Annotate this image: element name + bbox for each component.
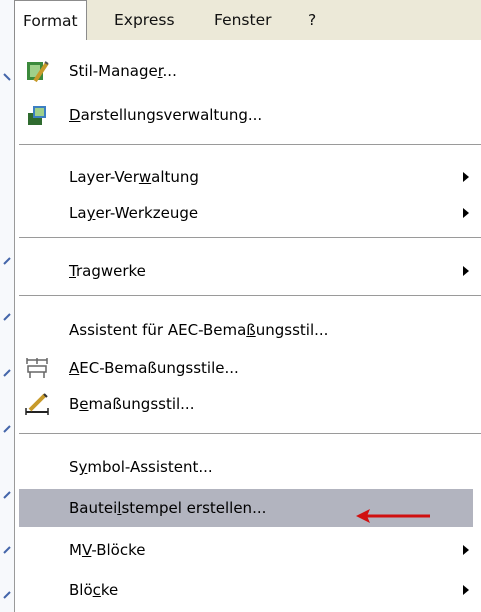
background-drawing-strip bbox=[0, 0, 14, 612]
menu-item-label: Bauteilstempel erstellen... bbox=[69, 499, 267, 517]
menu-item-assistent-aec-bemassungsstil[interactable]: Assistent für AEC-Bemaßungsstil... bbox=[19, 311, 473, 349]
menu-item-label: Blöcke bbox=[69, 581, 119, 599]
submenu-arrow-icon bbox=[463, 545, 469, 555]
aec-dimension-styles-icon bbox=[26, 358, 48, 378]
drawing-fragment-icon bbox=[3, 546, 11, 554]
menu-separator bbox=[19, 433, 481, 435]
menu-bar: Format Express Fenster ? bbox=[14, 0, 481, 41]
submenu-arrow-icon bbox=[463, 266, 469, 276]
annotation-arrow-icon bbox=[356, 509, 430, 523]
drawing-fragment-icon bbox=[3, 369, 11, 377]
drawing-fragment-icon bbox=[3, 257, 11, 265]
menu-item-layer-verwaltung[interactable]: Layer-Verwaltung bbox=[19, 158, 473, 196]
menu-item-tragwerke[interactable]: Tragwerke bbox=[19, 252, 473, 290]
display-manager-icon bbox=[28, 106, 46, 125]
submenu-arrow-icon bbox=[463, 172, 469, 182]
menu-item-label: MV-Blöcke bbox=[69, 541, 146, 559]
drawing-fragment-icon bbox=[3, 591, 11, 599]
menu-item-darstellungsverwaltung[interactable]: Darstellungsverwaltung... bbox=[19, 96, 473, 134]
menu-item-label: Stil-Manager... bbox=[69, 62, 177, 80]
menubar-fenster[interactable]: Fenster bbox=[214, 0, 272, 40]
menu-separator bbox=[19, 295, 481, 297]
menu-item-bloecke[interactable]: Blöcke bbox=[19, 571, 473, 609]
menu-item-symbol-assistent[interactable]: Symbol-Assistent... bbox=[19, 448, 473, 486]
menubar-express[interactable]: Express bbox=[114, 0, 175, 40]
drawing-fragment-icon bbox=[3, 491, 11, 499]
drawing-fragment-icon bbox=[3, 73, 11, 81]
menubar-help[interactable]: ? bbox=[308, 0, 316, 40]
menu-separator bbox=[19, 144, 481, 146]
dimension-style-icon bbox=[25, 393, 49, 415]
submenu-arrow-icon bbox=[463, 208, 469, 218]
menu-separator bbox=[19, 237, 481, 239]
menu-item-stil-manager[interactable]: Stil-Manager... bbox=[19, 52, 473, 90]
menu-item-aec-bemassungsstile[interactable]: AEC-Bemaßungsstile... bbox=[19, 349, 473, 387]
menu-item-label: Darstellungsverwaltung... bbox=[69, 106, 263, 124]
menubar-format[interactable]: Format bbox=[14, 0, 87, 40]
menu-item-layer-werkzeuge[interactable]: Layer-Werkzeuge bbox=[19, 194, 473, 232]
submenu-arrow-icon bbox=[463, 585, 469, 595]
menu-item-label: Assistent für AEC-Bemaßungsstil... bbox=[69, 321, 329, 339]
format-dropdown-menu: Stil-Manager... Darstellungsverwaltung..… bbox=[14, 40, 481, 612]
menu-item-label: Symbol-Assistent... bbox=[69, 458, 213, 476]
style-manager-icon bbox=[27, 61, 49, 83]
menu-item-bemassungsstil[interactable]: Bemaßungsstil... bbox=[19, 385, 473, 423]
drawing-fragment-icon bbox=[3, 313, 11, 321]
menu-item-label: Layer-Werkzeuge bbox=[69, 204, 199, 222]
menu-item-label: Bemaßungsstil... bbox=[69, 395, 195, 413]
drawing-fragment-icon bbox=[3, 425, 11, 433]
menu-item-label: Tragwerke bbox=[69, 262, 146, 280]
menu-item-label: AEC-Bemaßungsstile... bbox=[69, 359, 239, 377]
menu-item-mv-bloecke[interactable]: MV-Blöcke bbox=[19, 531, 473, 569]
menu-item-label: Layer-Verwaltung bbox=[69, 168, 199, 186]
